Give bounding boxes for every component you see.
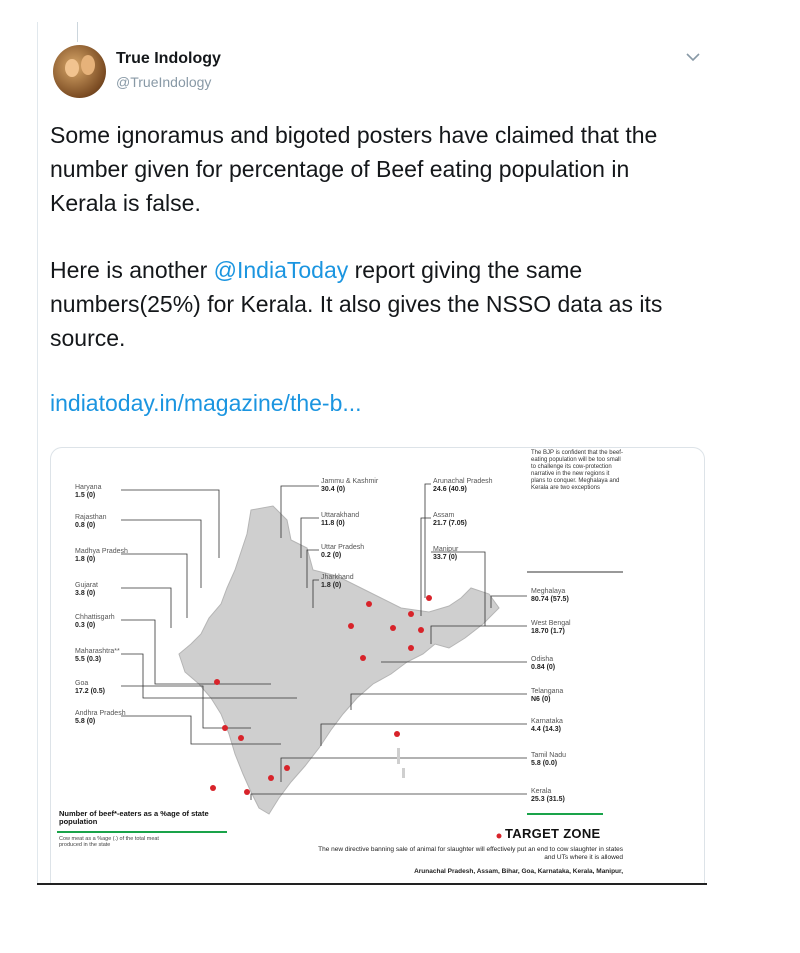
state-label-odisha: Odisha 0.84 (0) xyxy=(531,656,556,671)
sidebar-note: The BJP is confident that the beef-eatin… xyxy=(531,450,623,491)
map-marker xyxy=(366,601,372,607)
display-name[interactable]: True Indology xyxy=(116,50,221,68)
state-label-assam: Assam 21.7 (7.05) xyxy=(433,512,467,527)
state-label-uttarakhand: Uttarakhand 11.8 (0) xyxy=(321,512,360,527)
state-label-madhya-pradesh: Madhya Pradesh 1.8 (0) xyxy=(75,548,128,563)
thread-connector xyxy=(77,22,78,42)
state-label-manipur: Manipur 33.7 (0) xyxy=(433,546,459,561)
state-label-arunachal-pradesh: Arunachal Pradesh 24.6 (40.9) xyxy=(433,478,493,493)
state-label-rajasthan: Rajasthan 0.8 (0) xyxy=(75,514,107,529)
legend-note: Cow meat as a %age (.) of the total meat… xyxy=(59,836,159,848)
target-zone-heading: TARGET ZONE xyxy=(505,826,601,841)
map-marker xyxy=(426,595,432,601)
state-label-jharkhand: Jharkhand 1.8 (0) xyxy=(321,574,354,589)
state-label-kerala: Kerala 25.3 (31.5) xyxy=(531,788,565,803)
state-label-uttar-pradesh: Uttar Pradesh 0.2 (0) xyxy=(321,544,365,559)
mention-link[interactable]: @IndiaToday xyxy=(214,257,349,283)
map-marker xyxy=(408,645,414,651)
map-marker xyxy=(360,655,366,661)
avatar[interactable] xyxy=(53,45,106,98)
state-label-haryana: Haryana 1.5 (0) xyxy=(75,484,102,499)
tweet-bottom-border xyxy=(37,883,707,885)
legend-title: Number of beef*-eaters as a %age of stat… xyxy=(59,809,209,826)
state-label-maharashtra: Maharashtra** 5.5 (0.3) xyxy=(75,648,120,663)
state-label-goa: Goa 17.2 (0.5) xyxy=(75,680,105,695)
map-marker xyxy=(238,735,244,741)
state-label-andhra-pradesh: Andhra Pradesh 5.8 (0) xyxy=(75,710,126,725)
map-marker xyxy=(268,775,274,781)
state-label-chhattisgarh: Chhattisgarh 0.3 (0) xyxy=(75,614,115,629)
article-link[interactable]: indiatoday.in/magazine/the-b... xyxy=(50,390,362,417)
tweet-text-paragraph-1: Some ignoramus and bigoted posters have … xyxy=(50,122,658,216)
tweet-text: Here is another xyxy=(50,257,214,283)
map-marker xyxy=(348,623,354,629)
state-label-meghalaya: Meghalaya 80.74 (57.5) xyxy=(531,588,569,603)
map-marker xyxy=(244,789,250,795)
user-handle[interactable]: @TrueIndology xyxy=(116,74,211,90)
state-label-west-bengal: West Bengal 18.70 (1.7) xyxy=(531,620,571,635)
map-marker xyxy=(394,731,400,737)
state-label-telangana: Telangana N6 (0) xyxy=(531,688,564,703)
map-marker xyxy=(418,627,424,633)
thread-divider xyxy=(37,22,38,884)
map-marker xyxy=(390,625,396,631)
target-zone-text: The new directive banning sale of animal… xyxy=(318,846,623,861)
target-zone-states: Arunachal Pradesh, Assam, Bihar, Goa, Ka… xyxy=(414,868,623,875)
link-card-image[interactable]: Haryana 1.5 (0) Rajasthan 0.8 (0) Madhya P… xyxy=(50,447,705,884)
map-marker xyxy=(210,785,216,791)
state-label-tamil-nadu: Tamil Nadu 5.8 (0.0) xyxy=(531,752,567,767)
map-marker xyxy=(214,679,220,685)
map-marker xyxy=(284,765,290,771)
map-marker xyxy=(408,611,414,617)
avatar-figure xyxy=(65,59,79,77)
state-label-karnataka: Karnataka 4.4 (14.3) xyxy=(531,718,563,733)
avatar-figure xyxy=(81,55,95,75)
chevron-down-icon[interactable] xyxy=(683,48,703,68)
map-marker xyxy=(222,725,228,731)
target-zone-bullet xyxy=(496,833,502,839)
tweet-text-paragraph-2: Here is another @IndiaToday report givin… xyxy=(50,253,700,355)
state-label-jammu-kashmir: Jammu & Kashmir 30.4 (0) xyxy=(321,478,379,493)
andaman-islands xyxy=(397,748,405,778)
state-label-gujarat: Gujarat 3.8 (0) xyxy=(75,582,98,597)
